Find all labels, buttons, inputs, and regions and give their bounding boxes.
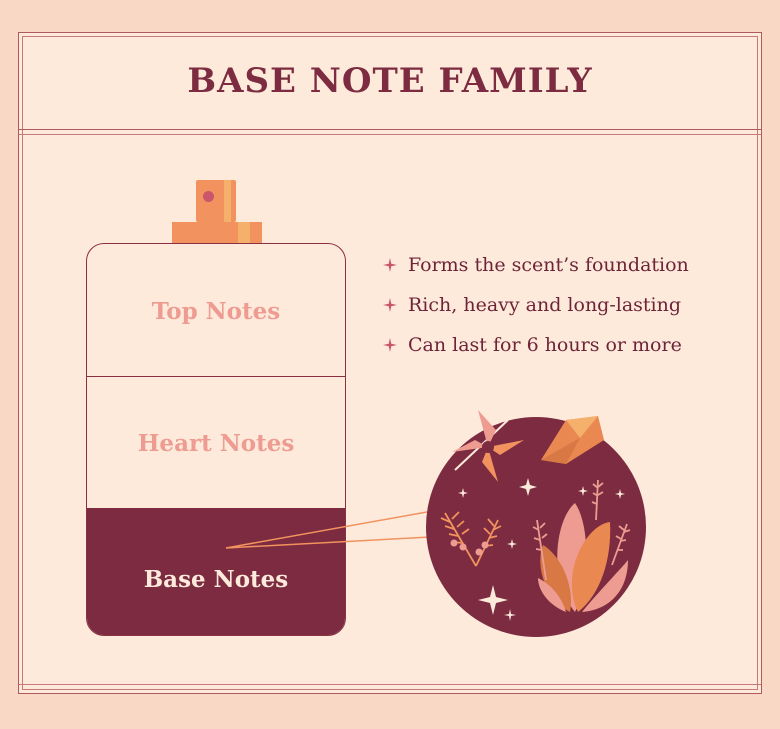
base-notes-illustration [225,410,646,637]
callout-lines [225,509,439,549]
